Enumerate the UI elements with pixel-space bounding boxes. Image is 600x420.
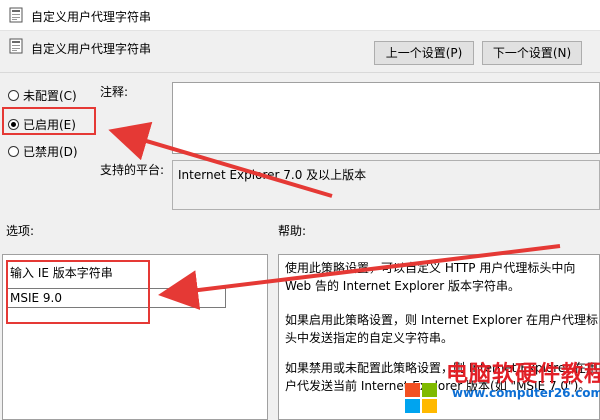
policy-icon <box>9 38 23 54</box>
annotation-highlight-box <box>6 260 150 324</box>
help-paragraph: 如果启用此策略设置，则 Internet Explorer 在用户代理标头中发送… <box>285 313 599 345</box>
watermark-url: www.computer26.com <box>452 386 600 400</box>
radio-not-configured[interactable]: 未配置(C) <box>8 87 77 104</box>
window-title: 自定义用户代理字符串 <box>31 10 152 24</box>
policy-icon <box>9 7 23 23</box>
platform-value: Internet Explorer 7.0 及以上版本 <box>178 168 367 182</box>
policy-title: 自定义用户代理字符串 <box>31 42 152 56</box>
window-titlebar: 自定义用户代理字符串 <box>0 0 600 31</box>
radio-label: 已启用(E) <box>23 118 76 132</box>
next-setting-button[interactable]: 下一个设置(N) <box>482 41 582 65</box>
comment-textarea[interactable] <box>172 82 600 154</box>
platform-label: 支持的平台: <box>100 163 165 177</box>
help-label: 帮助: <box>278 224 307 238</box>
radio-circle-checked <box>8 119 19 130</box>
radio-circle <box>8 90 19 101</box>
previous-setting-button[interactable]: 上一个设置(P) <box>374 41 474 65</box>
radio-label: 未配置(C) <box>23 89 77 103</box>
watermark-text: 电脑软硬件教程网 <box>446 362 600 387</box>
help-paragraph: 使用此策略设置，可以自定义 HTTP 用户代理标头中向 Web 告的 Inter… <box>285 261 576 293</box>
radio-disabled[interactable]: 已禁用(D) <box>8 143 78 160</box>
radio-enabled[interactable]: 已启用(E) <box>8 116 76 133</box>
windows-logo-icon <box>405 383 437 413</box>
options-label: 选项: <box>6 224 35 238</box>
divider <box>0 72 600 73</box>
comment-label: 注释: <box>100 85 129 99</box>
radio-label: 已禁用(D) <box>23 145 78 159</box>
radio-circle <box>8 146 19 157</box>
